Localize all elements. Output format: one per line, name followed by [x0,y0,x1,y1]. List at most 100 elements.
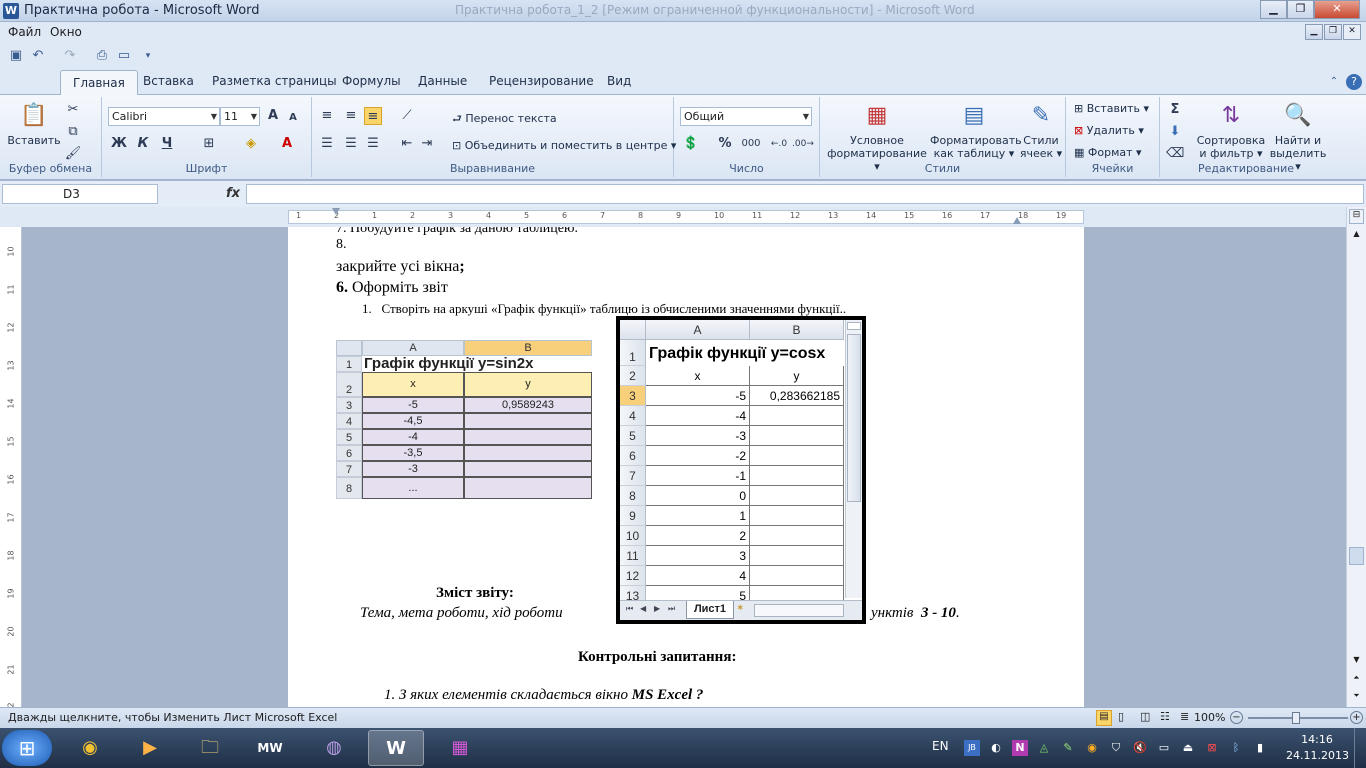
tab-insert[interactable]: Вставка [143,74,194,88]
excel-row-header[interactable]: 12 [620,566,646,586]
excel-cell-x[interactable]: 4 [646,566,750,586]
sin-table-image[interactable]: A B 1 2 3 4 5 6 7 8 Графік функції y=sin2x x y -5 0,95… [336,340,594,516]
percent-button[interactable]: % [716,135,734,153]
cell-styles-button[interactable]: ✎ Стили ячеек ▾ [1018,101,1064,160]
taskbar-word-icon[interactable]: W [368,730,424,766]
taskbar-chrome-icon[interactable]: ◉ [62,730,118,766]
sort-filter-button[interactable]: ⇅ Сортировка и фильтр ▾ [1196,101,1266,160]
word-app-icon[interactable]: W [3,3,19,19]
scroll-thumb[interactable] [1349,547,1364,565]
taskbar-torrent-icon[interactable]: ◍ [306,730,362,766]
undo-icon[interactable]: ↶ [30,48,46,64]
excel-cell-y[interactable] [750,566,844,586]
right-indent-marker[interactable] [1013,217,1021,224]
language-indicator[interactable]: EN [932,739,949,753]
autosum-button[interactable]: Σ [1166,101,1184,119]
excel-row-header[interactable]: 6 [620,446,646,466]
taskbar-winrar-icon[interactable]: ▦ [432,730,488,766]
excel-cell-y[interactable] [750,526,844,546]
tray-onenote[interactable]: N [1012,740,1028,756]
insert-cells-button[interactable]: ⊞ Вставить ▾ [1074,102,1149,115]
tab-review[interactable]: Рецензирование [489,74,594,88]
paste-button[interactable]: 📋 Вставить [6,101,62,147]
print-preview-icon[interactable]: ⎙ [94,48,110,64]
excel-row-header[interactable]: 2 [620,366,646,386]
excel-cell-x[interactable]: -1 [646,466,750,486]
excel-cell-y[interactable] [750,546,844,566]
fill-icon[interactable]: ⬇ [1166,123,1184,141]
delete-cells-button[interactable]: ⊠ Удалить ▾ [1074,124,1144,137]
excel-row-header[interactable]: 11 [620,546,646,566]
minimize-button[interactable]: ▁ [1260,0,1287,19]
font-color-icon[interactable]: A [278,135,296,153]
excel-horizontal-scrollbar[interactable] [754,604,844,617]
excel-head-y[interactable]: y [750,366,844,386]
excel-cell-y[interactable] [750,446,844,466]
zoom-in-icon[interactable]: + [1350,711,1363,724]
wrap-text-button[interactable]: ⮐ Перенос текста [452,110,557,129]
insert-sheet-icon[interactable]: ✶ [736,603,744,614]
sheet-nav-icon[interactable]: ▶ [654,604,660,613]
excel-embedded-object[interactable]: A B 1 2 3 4 5 6 7 8 9 10 11 12 13 Графік функції y=cosx… [616,316,866,624]
align-bottom-icon[interactable]: ≡ [364,107,382,125]
save-icon[interactable]: ▣ [8,48,24,64]
document-page[interactable]: 7. Побудуйте графік за даною таблицею. 8… [288,227,1084,707]
menu-file[interactable]: Файл [8,25,41,39]
tab-view[interactable]: Вид [607,74,631,88]
increase-indent-icon[interactable]: ⇥ [418,135,436,153]
zoom-slider-thumb[interactable] [1292,712,1300,724]
menu-window[interactable]: Окно [50,25,82,39]
vertical-ruler[interactable]: 101112131415161718192021222324 [0,227,22,751]
tray-display-icon[interactable]: ▭ [1156,740,1172,756]
restore-button[interactable]: ❐ [1287,0,1314,19]
format-cells-button[interactable]: ▦ Формат ▾ [1074,146,1142,159]
zoom-level[interactable]: 100% [1194,711,1225,724]
collapse-ribbon-icon[interactable]: ⌃ [1326,74,1342,90]
excel-split-box[interactable] [847,322,861,330]
excel-cell-x[interactable]: -4 [646,406,750,426]
scroll-up-icon[interactable]: ▲ [1349,229,1364,243]
name-box[interactable]: D3 [2,184,158,204]
excel-row-header[interactable]: 3 [620,386,646,406]
doc-close-button[interactable]: ✕ [1343,24,1361,40]
excel-cell-x[interactable]: 1 [646,506,750,526]
tray-app-icon-1[interactable]: ◐ [988,740,1004,756]
align-left-icon[interactable]: ☰ [318,135,336,153]
horizontal-ruler[interactable]: 1 2 1 2 3 4 5 6 7 8 9 10 11 12 13 14 15 16 17 18 19 [0,207,1366,227]
copy-icon[interactable]: ⧉ [64,123,82,141]
align-top-icon[interactable]: ≡ [318,107,336,125]
excel-row-header[interactable]: 5 [620,426,646,446]
underline-button[interactable]: Ч [158,135,176,153]
tray-jb[interactable]: JB [964,740,980,756]
sheet-nav-icon[interactable]: ⏮ [626,604,633,614]
tray-no-network-icon[interactable]: ⊠ [1204,740,1220,756]
excel-cell-x[interactable]: 2 [646,526,750,546]
new-document-icon[interactable]: ▭ [116,48,132,64]
excel-cell-x[interactable]: 3 [646,546,750,566]
excel-cell-x[interactable]: -5 [646,386,750,406]
start-button[interactable]: ⊞ [2,730,52,766]
outline-view-icon[interactable]: ☷ [1160,710,1170,723]
currency-icon[interactable]: 💲 [682,135,700,153]
help-icon[interactable]: ? [1346,74,1362,90]
borders-icon[interactable]: ⊞ [200,135,218,153]
first-line-indent-marker[interactable] [332,208,340,216]
tab-page-layout[interactable]: Разметка страницы [212,74,337,88]
draft-view-icon[interactable]: ≣ [1180,710,1189,723]
scroll-down-icon[interactable]: ▼ [1349,655,1364,669]
excel-col-header-a[interactable]: A [646,320,750,340]
orientation-icon[interactable]: ⟋ [398,107,416,125]
document-vertical-scrollbar[interactable]: ⊟ ▲ ▼ ⏶ ⏷ [1346,207,1366,707]
previous-page-icon[interactable]: ⏶ [1349,673,1364,687]
excel-row-header[interactable]: 4 [620,406,646,426]
taskbar-explorer-icon[interactable]: 🗀 [182,730,238,766]
tray-bluetooth-icon[interactable]: ᛒ [1228,740,1244,756]
clock-date[interactable]: 24.11.2013 [1286,749,1349,762]
taskbar-game-icon[interactable]: MW [242,730,298,766]
excel-cell-y[interactable] [750,506,844,526]
excel-cell-y[interactable] [750,466,844,486]
show-desktop-button[interactable] [1354,728,1366,768]
sheet-nav-icon[interactable]: ⏭ [668,604,675,614]
doc-restore-button[interactable]: ❐ [1324,24,1342,40]
cut-icon[interactable]: ✂ [64,101,82,119]
